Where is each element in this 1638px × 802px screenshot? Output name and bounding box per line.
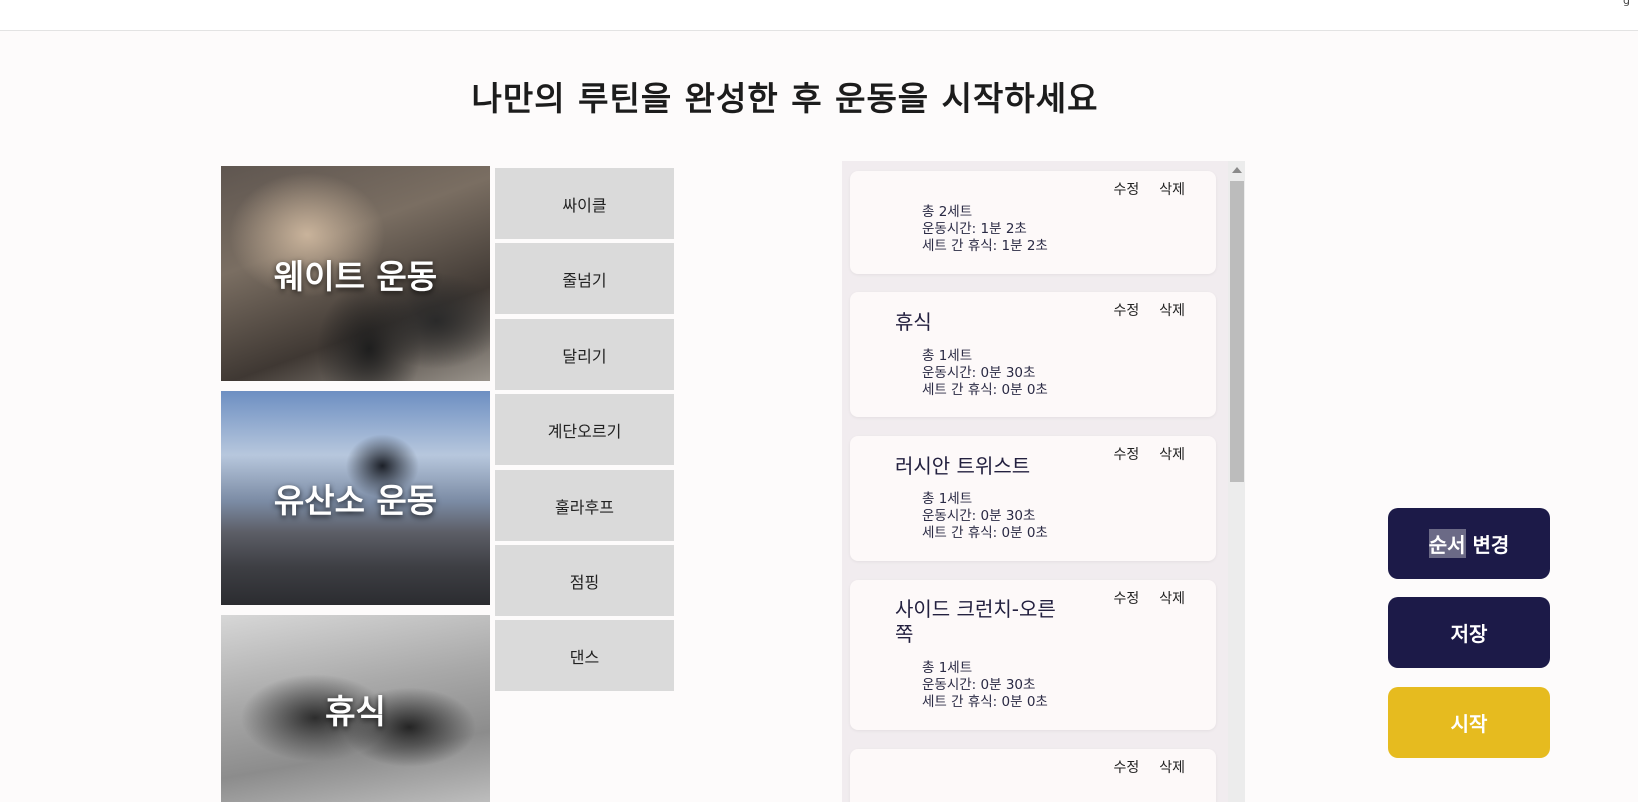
reorder-button[interactable]: 순서 변경 bbox=[1388, 508, 1550, 579]
save-button[interactable]: 저장 bbox=[1388, 597, 1550, 668]
category-rest[interactable]: 휴식 bbox=[221, 615, 490, 802]
exercise-jump-rope-button[interactable]: 줄넘기 bbox=[495, 243, 674, 314]
set-count: 총 1세트 bbox=[922, 660, 973, 676]
exercise-hula-hoop-button[interactable]: 훌라후프 bbox=[495, 470, 674, 541]
card-actions: 수정 삭제 bbox=[1113, 588, 1185, 608]
reorder-label: 변경 bbox=[1465, 533, 1510, 557]
exercise-duration: 운동시간: 1분 2초 bbox=[922, 221, 1027, 237]
exercise-duration: 운동시간: 0분 30초 bbox=[922, 508, 1036, 524]
edit-button[interactable]: 수정 bbox=[1113, 179, 1139, 199]
exercise-name: 휴식 bbox=[895, 310, 932, 334]
exercise-cycle-button[interactable]: 싸이클 bbox=[495, 168, 674, 239]
page-title: 나만의 루틴을 완성한 후 운동을 시작하세요 bbox=[471, 79, 1099, 118]
rest-between-sets: 세트 간 휴식: 0분 0초 bbox=[922, 525, 1048, 541]
rest-between-sets: 세트 간 휴식: 1분 2초 bbox=[922, 238, 1048, 254]
set-count: 총 1세트 bbox=[922, 348, 973, 364]
delete-button[interactable]: 삭제 bbox=[1159, 300, 1185, 320]
edit-button[interactable]: 수정 bbox=[1113, 757, 1139, 777]
routine-list-panel[interactable]: 수정 삭제 총 2세트 운동시간: 1분 2초 세트 간 휴식: 1분 2초 수… bbox=[842, 161, 1245, 802]
category-cardio[interactable]: 유산소 운동 bbox=[221, 391, 490, 605]
card-info: 총 1세트 운동시간: 0분 30초 세트 간 휴식: 0분 0초 bbox=[922, 660, 1048, 711]
category-label: 웨이트 운동 bbox=[273, 256, 438, 296]
rest-between-sets: 세트 간 휴식: 0분 0초 bbox=[922, 382, 1048, 398]
card-info: 총 1세트 운동시간: 0분 30초 세트 간 휴식: 0분 0초 bbox=[922, 491, 1048, 542]
set-count: 총 1세트 bbox=[922, 491, 973, 507]
exercise-name: 사이드 크런치-오른쪽 bbox=[895, 597, 1056, 646]
delete-button[interactable]: 삭제 bbox=[1159, 757, 1185, 777]
set-count: 총 2세트 bbox=[922, 204, 973, 220]
card-info: 총 1세트 운동시간: 0분 30초 세트 간 휴식: 0분 0초 bbox=[922, 348, 1048, 399]
category-label: 유산소 운동 bbox=[273, 481, 438, 520]
card-actions: 수정 삭제 bbox=[1113, 300, 1185, 320]
card-actions: 수정 삭제 bbox=[1113, 444, 1185, 464]
delete-button[interactable]: 삭제 bbox=[1159, 179, 1185, 199]
edit-button[interactable]: 수정 bbox=[1113, 444, 1139, 464]
card-info: 총 2세트 운동시간: 1분 2초 세트 간 휴식: 1분 2초 bbox=[922, 204, 1048, 255]
routine-card: 수정 삭제 bbox=[850, 749, 1216, 802]
routine-card: 수정 삭제 러시안 트위스트 총 1세트 운동시간: 0분 30초 세트 간 휴… bbox=[850, 436, 1216, 561]
routine-card: 수정 삭제 총 2세트 운동시간: 1분 2초 세트 간 휴식: 1분 2초 bbox=[850, 171, 1216, 274]
scroll-up-arrow-icon[interactable] bbox=[1232, 167, 1242, 173]
nav-corner-text: g bbox=[1623, 0, 1630, 7]
exercise-duration: 운동시간: 0분 30초 bbox=[922, 677, 1036, 693]
exercise-dance-button[interactable]: 댄스 bbox=[495, 620, 674, 691]
card-actions: 수정 삭제 bbox=[1113, 179, 1185, 199]
routine-card: 수정 삭제 사이드 크런치-오른쪽 총 1세트 운동시간: 0분 30초 세트 … bbox=[850, 580, 1216, 730]
edit-button[interactable]: 수정 bbox=[1113, 588, 1139, 608]
category-weight-training[interactable]: 웨이트 운동 bbox=[221, 166, 490, 381]
exercise-jumping-button[interactable]: 점핑 bbox=[495, 545, 674, 616]
delete-button[interactable]: 삭제 bbox=[1159, 444, 1185, 464]
category-label: 휴식 bbox=[325, 691, 386, 731]
scrollbar-thumb[interactable] bbox=[1230, 181, 1244, 482]
exercise-running-button[interactable]: 달리기 bbox=[495, 319, 674, 390]
reorder-label-selected: 순서 bbox=[1428, 529, 1466, 558]
routine-scrollbar[interactable] bbox=[1228, 161, 1245, 802]
top-nav-bar: g bbox=[0, 0, 1638, 31]
start-button[interactable]: 시작 bbox=[1388, 687, 1550, 758]
delete-button[interactable]: 삭제 bbox=[1159, 588, 1185, 608]
exercise-stair-climb-button[interactable]: 계단오르기 bbox=[495, 394, 674, 465]
routine-card: 수정 삭제 휴식 총 1세트 운동시간: 0분 30초 세트 간 휴식: 0분 … bbox=[850, 292, 1216, 417]
exercise-name: 러시안 트위스트 bbox=[895, 454, 1031, 478]
rest-between-sets: 세트 간 휴식: 0분 0초 bbox=[922, 694, 1048, 710]
card-actions: 수정 삭제 bbox=[1113, 757, 1185, 777]
exercise-duration: 운동시간: 0분 30초 bbox=[922, 365, 1036, 381]
edit-button[interactable]: 수정 bbox=[1113, 300, 1139, 320]
